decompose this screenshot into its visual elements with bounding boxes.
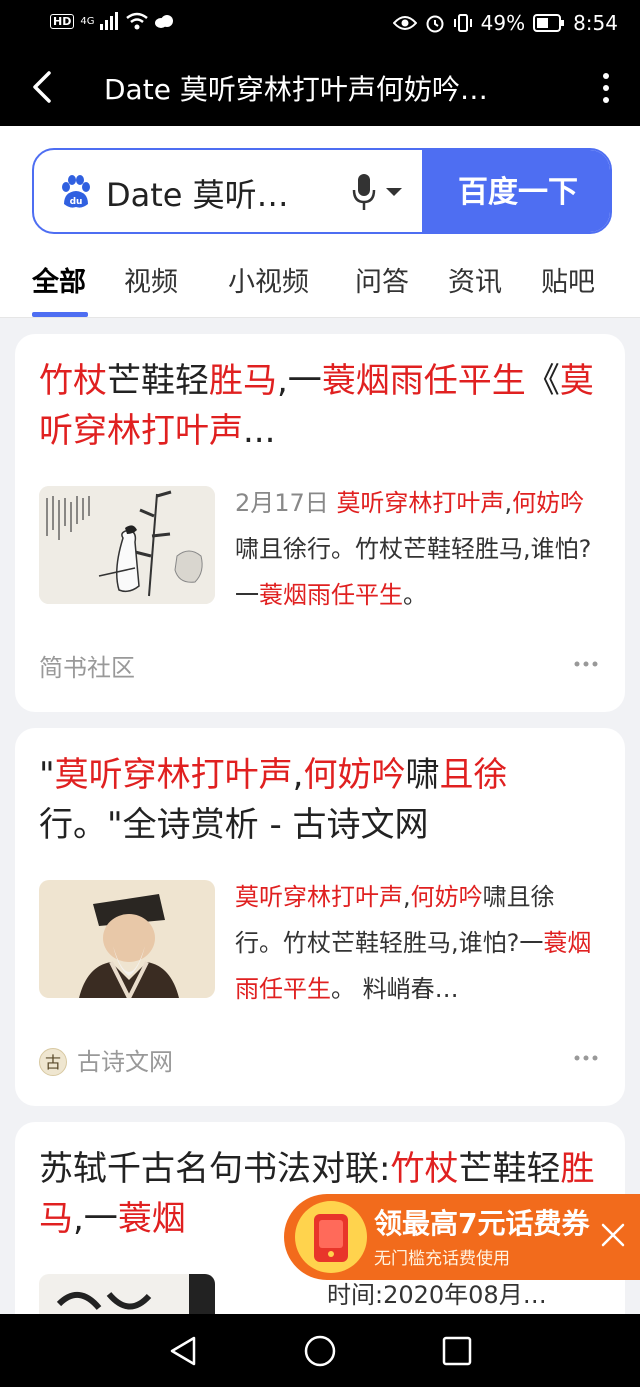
highlighted-text: 莫听穿林打叶声 [336,489,505,517]
text-segment: , [292,755,304,795]
result-card[interactable]: "莫听穿林打叶声,何妨吟啸且徐行。"全诗赏析 - 古诗文网 莫听穿林打叶声,何妨… [15,728,625,1106]
promo-title: 领最高7元话费券 [374,1207,590,1240]
text-segment: 。 [403,581,427,609]
hd-icon: HD [50,13,75,29]
red-envelope-phone-icon [295,1201,367,1273]
result-snippet: 莫听穿林打叶声,何妨吟啸且徐行。竹杖芒鞋轻胜马,谁怕?一蓑烟雨任平生。 料峭春… [235,874,595,1012]
highlighted-text: 莫听穿林打叶声 [54,755,293,795]
portrait-image [39,880,215,998]
more-horizontal-icon[interactable] [573,660,599,668]
highlighted-text: 胜马 [209,361,277,401]
search-input[interactable]: Date 莫听… [106,170,289,216]
result-card[interactable]: 竹杖芒鞋轻胜马,一蓑烟雨任平生《莫听穿林打叶声... 2月17日 莫听穿林打叶声… [15,334,625,712]
result-source[interactable]: 古古诗文网 [39,1042,173,1077]
search-box[interactable]: du Date 莫听… 百度一下 [32,148,612,234]
nav-recents-icon[interactable] [440,1334,474,1368]
gushiwen-logo-icon: 古 [39,1048,67,1076]
highlighted-text: 何妨吟 [512,489,585,517]
result-source-label: 古诗文网 [77,1048,173,1076]
highlighted-text: 莫听穿林打叶声 [235,883,403,911]
battery-icon [533,14,565,32]
result-source[interactable]: 简书社区 [39,648,135,683]
page-title: Date 莫听穿林打叶声何妨吟… [104,73,488,106]
highlighted-text: 蓑烟雨任平生 [259,581,403,609]
back-arrow-icon[interactable] [22,66,64,108]
result-snippet: 2月17日 莫听穿林打叶声,何妨吟啸且徐行。竹杖芒鞋轻胜马,谁怕?一蓑烟雨任平生… [235,480,595,618]
nav-back-icon[interactable] [166,1334,200,1368]
tab-tieba[interactable]: 贴吧 [541,260,595,299]
eye-icon [392,16,417,30]
text-segment: 苏轼千古名句书法对联: [39,1149,391,1189]
clock: 8:54 [573,11,618,35]
highlighted-text: 何妨吟 [303,755,406,795]
more-vertical-icon[interactable] [598,70,614,106]
result-thumbnail[interactable] [39,486,215,604]
baidu-paw-icon: du [62,175,90,208]
text-segment: " [39,755,55,795]
promo-banner[interactable]: 领最高7元话费券 无门槛充话费使用 [284,1194,640,1280]
result-title[interactable]: 竹杖芒鞋轻胜马,一蓑烟雨任平生《莫听穿林打叶声... [39,356,599,456]
highlighted-text: 竹杖 [390,1149,459,1189]
text-segment: , [403,883,411,911]
tab-video[interactable]: 视频 [124,260,178,299]
nav-home-icon[interactable] [303,1334,337,1368]
close-icon[interactable] [600,1222,626,1248]
status-bar: HD 4G 49% 8:54 [0,0,640,48]
text-segment: ... [243,411,276,451]
text-segment: 行。"全诗赏析 - 古诗文网 [39,805,429,845]
cloud-icon [155,15,174,28]
wifi-icon [126,12,149,30]
alarm-icon [426,15,444,33]
result-title[interactable]: "莫听穿林打叶声,何妨吟啸且徐行。"全诗赏析 - 古诗文网 [39,750,599,850]
vibrate-icon [453,14,472,32]
svg-text:du: du [70,197,83,207]
text-segment: , [504,489,513,517]
network-type: 4G [80,15,95,27]
tab-bar: 全部 视频 小视频 问答 资讯 贴吧 [0,256,640,318]
tab-news[interactable]: 资讯 [448,260,502,299]
promo-subtitle: 无门槛充话费使用 [374,1249,510,1269]
result-thumbnail[interactable] [39,880,215,998]
highlighted-text: 竹杖 [39,361,107,401]
tab-short-video[interactable]: 小视频 [228,260,309,299]
search-area: du Date 莫听… 百度一下 全部 视频 小视频 问答 资讯 贴吧 [0,126,640,318]
text-segment: 《 [525,361,560,401]
highlighted-text: 何妨吟 [410,883,483,911]
signal-icon [100,12,119,30]
tab-all[interactable]: 全部 [32,260,86,299]
text-segment: 啸 [405,755,440,795]
microphone-icon[interactable] [352,172,376,212]
result-date: 2月17日 [235,489,337,517]
text-segment: 。 料峭春… [331,975,459,1003]
ink-painting-image [39,486,215,604]
title-bar: Date 莫听穿林打叶声何妨吟… [0,48,640,126]
more-horizontal-icon[interactable] [573,1054,599,1062]
highlighted-text: 且徐 [439,755,508,795]
tab-qa[interactable]: 问答 [355,260,409,299]
battery-percent: 49% [480,11,526,35]
text-segment: 芒鞋轻 [107,361,209,401]
highlighted-text: 蓑烟 [117,1199,186,1239]
system-nav-bar [0,1314,640,1387]
highlighted-text: 蓑烟雨任平生 [321,361,526,401]
text-segment: ,一 [73,1199,118,1239]
chevron-down-icon[interactable] [386,188,402,196]
text-segment: 芒鞋轻 [458,1149,561,1189]
search-button[interactable]: 百度一下 [422,150,610,232]
active-tab-indicator [32,312,88,317]
text-segment: ,一 [277,361,322,401]
